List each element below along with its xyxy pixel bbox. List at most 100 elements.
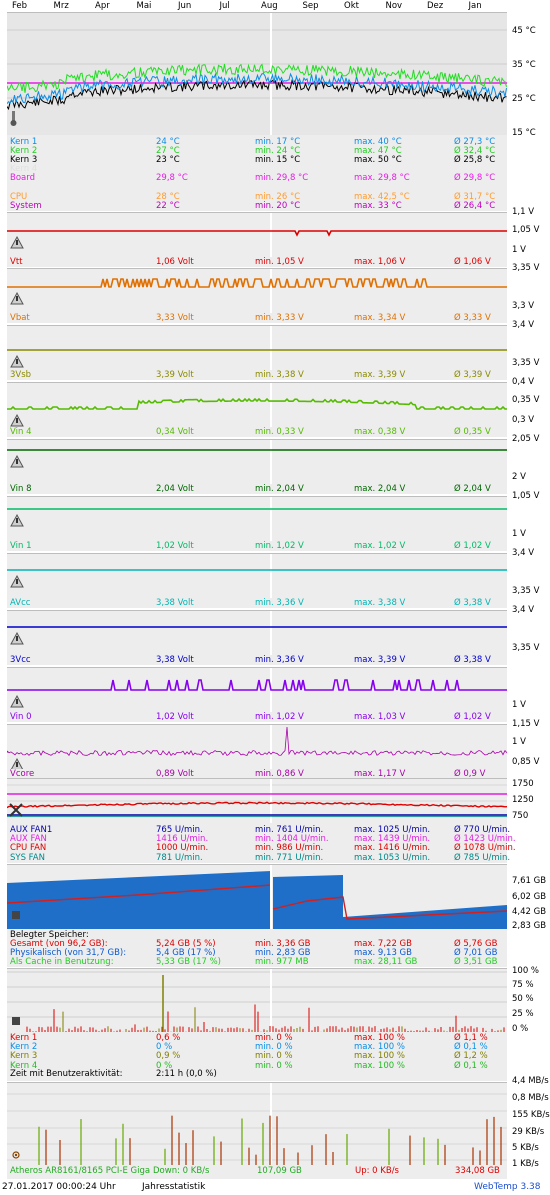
voltage-panel-v3vsb: 3Vsb 3,39 Volt min. 3,38 V max. 3,39 V Ø 3,3… [7, 325, 507, 380]
memory-area-mid [273, 875, 343, 929]
voltage-legend-row: Vbat 3,33 Volt min. 3,33 V max. 3,34 V Ø 3,3… [10, 313, 510, 323]
voltage-axis-label: 3,3 V [512, 301, 535, 311]
legend-name: 3Vsb [10, 370, 32, 380]
voltage-legend-row: Vtt 1,06 Volt min. 1,05 V max. 1,06 V Ø 1,06… [10, 257, 510, 267]
cpu-axis-label: 25 % [512, 1009, 534, 1019]
legend-max: max. 1,06 V [354, 257, 406, 267]
legend-avg: Ø 0,35 V [454, 427, 491, 437]
voltage-axis-label: 1 V [512, 245, 526, 255]
legend-avg: Ø 1,02 V [454, 541, 491, 551]
legend-avg: Ø 785 U/min. [454, 852, 511, 863]
voltage-axis-label: 1 V [512, 529, 526, 539]
month-axis: Feb Mrz Apr Mai Jun Jul Aug Sep Okt Nov Dez Jan [7, 0, 507, 12]
voltage-axis-label: 0,3 V [512, 415, 535, 425]
voltage-axis-label: 1,15 V [512, 719, 540, 729]
voltage-axis-vtt: 1,1 V 1,05 V 1 V [510, 207, 550, 261]
voltage-chart-vin4 [7, 383, 507, 427]
chart-background [7, 213, 507, 257]
legend-avg: Ø 3,39 V [454, 370, 491, 380]
voltage-legend-row: 3Vsb 3,39 Volt min. 3,38 V max. 3,39 V Ø 3,3… [10, 370, 510, 380]
cpu-load-chart [7, 969, 507, 1033]
voltage-panel-vin1: Vin 1 1,02 Volt min. 1,02 V max. 1,02 V Ø 1,… [7, 496, 507, 551]
net-axis-label: 29 KB/s [512, 1127, 545, 1137]
memory-axis-label: 4,42 GB [512, 907, 547, 917]
voltage-axis-label: 0,35 V [512, 395, 540, 405]
legend-min: min. 1,05 V [255, 257, 304, 267]
legend-min: min. 0,33 V [255, 427, 304, 437]
legend-min: min. 771 U/min. [255, 852, 324, 863]
memory-axis-label: 6,02 GB [512, 892, 547, 902]
legend-name: Vin 4 [10, 427, 32, 437]
voltage-axis-vin1: 1,05 V 1 V [510, 491, 550, 545]
fan-axis-label: 1750 [512, 779, 534, 789]
net-axis-label: 155 KB/s [512, 1110, 550, 1120]
network-panel: Atheros AR8161/8165 PCI-E Giga Down: 0 K… [7, 1082, 507, 1179]
legend-min: min. 3,38 V [255, 370, 304, 380]
voltage-panel-vtt: Vtt 1,06 Volt min. 1,05 V max. 1,06 V Ø 1,06… [7, 212, 507, 267]
legend-name: Vtt [10, 257, 23, 267]
legend-cur: 3,38 Volt [156, 655, 194, 665]
legend-max: max. 1,03 V [354, 712, 406, 722]
month-label: Feb [12, 1, 28, 11]
month-label: Dez [427, 1, 444, 11]
legend-row: SYS FAN 781 U/min. min. 771 U/min. max. 105… [10, 853, 510, 863]
voltage-axis-v3vcc: 3,4 V 3,35 V [510, 605, 550, 659]
legend-cur: 0 % [156, 1060, 173, 1071]
legend-max: max. 2,04 V [354, 484, 406, 494]
legend-name: 3Vcc [10, 655, 31, 665]
chart-background [7, 497, 507, 541]
fan-panel: AUX FAN1 765 U/min. min. 761 U/min. max. 10… [7, 778, 516, 863]
month-label: Mrz [53, 1, 69, 11]
legend-cur: 3,38 Volt [156, 598, 194, 608]
legend-max: max. 3,39 V [354, 370, 406, 380]
cpu-chip-icon [12, 1017, 20, 1025]
voltage-axis-label: 3,35 V [512, 643, 540, 653]
voltage-chart-vin8 [7, 440, 507, 484]
voltage-axis-v3vsb: 3,4 V 3,35 V [510, 320, 550, 374]
legend-cur: 3,39 Volt [156, 370, 194, 380]
voltage-axis-label: 3,4 V [512, 605, 535, 615]
voltage-panel-vbat: Vbat 3,33 Volt min. 3,33 V max. 3,34 V Ø 3,3… [7, 268, 507, 323]
voltage-axis-vbat: 3,35 V 3,3 V [510, 263, 550, 317]
legend-max: max. 1,02 V [354, 541, 406, 551]
legend-name: Vbat [10, 313, 30, 323]
cpu-axis-label: 100 % [512, 966, 540, 976]
legend-name: Vin 1 [10, 541, 32, 551]
memory-axis-label: 7,61 GB [512, 876, 547, 886]
legend-avg: Ø 2,04 V [454, 484, 491, 494]
webtemp-link[interactable]: WebTemp 3.38 [474, 1182, 541, 1192]
legend-cur: 5,33 GB (17 %) [156, 957, 221, 968]
legend-name: Als Cache in Benutzung: [10, 957, 114, 968]
voltage-axis-avcc: 3,4 V 3,35 V [510, 548, 550, 602]
legend-cur: 0,34 Volt [156, 427, 194, 437]
network-chart [7, 1083, 507, 1165]
chart-background [7, 440, 507, 484]
voltage-legend-row: Vin 1 1,02 Volt min. 1,02 V max. 1,02 V Ø 1,… [10, 541, 510, 551]
temperature-axis: 45 °C 35 °C 25 °C 15 °C [510, 12, 550, 138]
month-label: Sep [302, 1, 319, 11]
voltage-axis-vin0: 1 V [510, 662, 550, 716]
footer-timestamp: 27.01.2017 00:00:24 Uhr [2, 1182, 116, 1192]
voltage-axis-label: 3,35 V [512, 263, 540, 273]
legend-avg: Ø 3,51 GB [454, 957, 498, 968]
legend-max: max. 3,38 V [354, 598, 406, 608]
legend-min: min. 1,02 V [255, 712, 304, 722]
voltage-chart-vbat [7, 269, 507, 313]
voltage-legend-row: 3Vcc 3,38 Volt min. 3,36 V max. 3,39 V Ø 3,3… [10, 655, 510, 665]
chart-background [7, 269, 507, 313]
legend-row: System 22 °C min. 20 °C max. 33 °C Ø 26,4 °C [10, 201, 510, 211]
footer: 27.01.2017 00:00:24 Uhr Jahresstatistik … [0, 1181, 550, 1195]
month-label: Jan [468, 1, 482, 11]
legend-max: max. 33 °C [354, 200, 402, 211]
net-axis-label: 1 KB/s [512, 1159, 539, 1169]
cpu-axis: 100 % 75 % 50 % 25 % 0 % [510, 966, 550, 1034]
month-label: Mai [136, 1, 152, 11]
legend-cur: 781 U/min. [156, 852, 203, 863]
legend-max: max. 3,39 V [354, 655, 406, 665]
legend-min: min. 2,04 V [255, 484, 304, 494]
legend-name: SYS FAN [10, 852, 45, 863]
voltage-chart-v3vsb [7, 326, 507, 370]
month-label: Jul [219, 1, 230, 11]
voltage-axis-label: 0,4 V [512, 377, 535, 387]
voltage-axis-label: 1,05 V [512, 491, 540, 501]
